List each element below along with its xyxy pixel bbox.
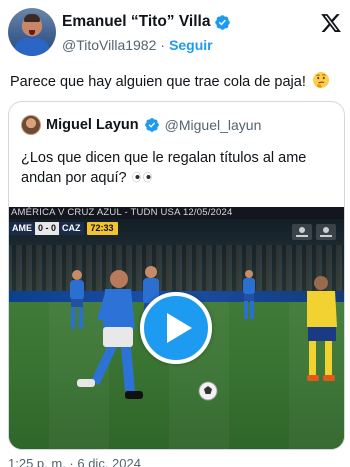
x-logo-icon[interactable] [320,12,342,34]
tweet-text-content: Parece que hay alguien que trae cola de … [10,74,306,90]
scorebug-clock: 72:33 [86,222,118,235]
author-handle[interactable]: @TitoVilla1982 [62,37,156,53]
follow-button[interactable]: Seguir [169,37,213,53]
quoted-tweet[interactable]: Miguel Layun @Miguel_layun ¿Los que dice… [8,101,345,450]
author-avatar[interactable] [8,8,56,56]
quoted-tweet-header: Miguel Layun @Miguel_layun [21,115,261,135]
verified-badge-icon [144,118,159,132]
eyes-emoji-icon [131,171,152,183]
quoted-author-handle[interactable]: @Miguel_layun [165,117,262,133]
quoted-tweet-text-content: ¿Los que dicen que le regalan títulos al… [21,150,307,186]
scorebug: AME 0 - 0 CAZ 72:33 [9,222,118,235]
quoted-author-avatar[interactable] [21,115,41,135]
player-figure [307,276,337,381]
player-figure [77,270,143,399]
verified-badge-icon [215,14,231,30]
scorebug-away: CAZ [59,222,84,235]
quoted-tweet-text: ¿Los que dicen que le regalan títulos al… [21,148,339,188]
author-display-name[interactable]: Emanuel “Tito” Villa [62,13,210,31]
play-icon [167,313,192,343]
play-button[interactable] [140,292,212,364]
scorebug-score: 0 - 0 [35,222,60,235]
broadcast-logo-icon [292,224,336,240]
tweet-header: Emanuel “Tito” Villa @TitoVilla1982 · Se… [6,6,344,58]
player-figure [243,270,255,319]
thinking-face-emoji-icon [312,72,329,88]
broadcast-banner: AMÉRICA V CRUZ AZUL - TUDN USA 12/05/202… [9,207,344,219]
ball-icon [198,381,218,401]
tweet-timestamp[interactable]: 1:25 p. m. · 6 dic. 2024 [8,456,141,467]
author-handle-row: @TitoVilla1982 · Seguir [62,37,213,53]
quoted-author-name[interactable]: Miguel Layun [46,117,139,133]
scorebug-home: AME [9,222,35,235]
separator-dot: · [160,37,166,53]
video-player[interactable]: AMÉRICA V CRUZ AZUL - TUDN USA 12/05/202… [9,207,344,449]
author-name-row: Emanuel “Tito” Villa [62,13,231,31]
tweet-text: Parece que hay alguien que trae cola de … [10,71,340,92]
